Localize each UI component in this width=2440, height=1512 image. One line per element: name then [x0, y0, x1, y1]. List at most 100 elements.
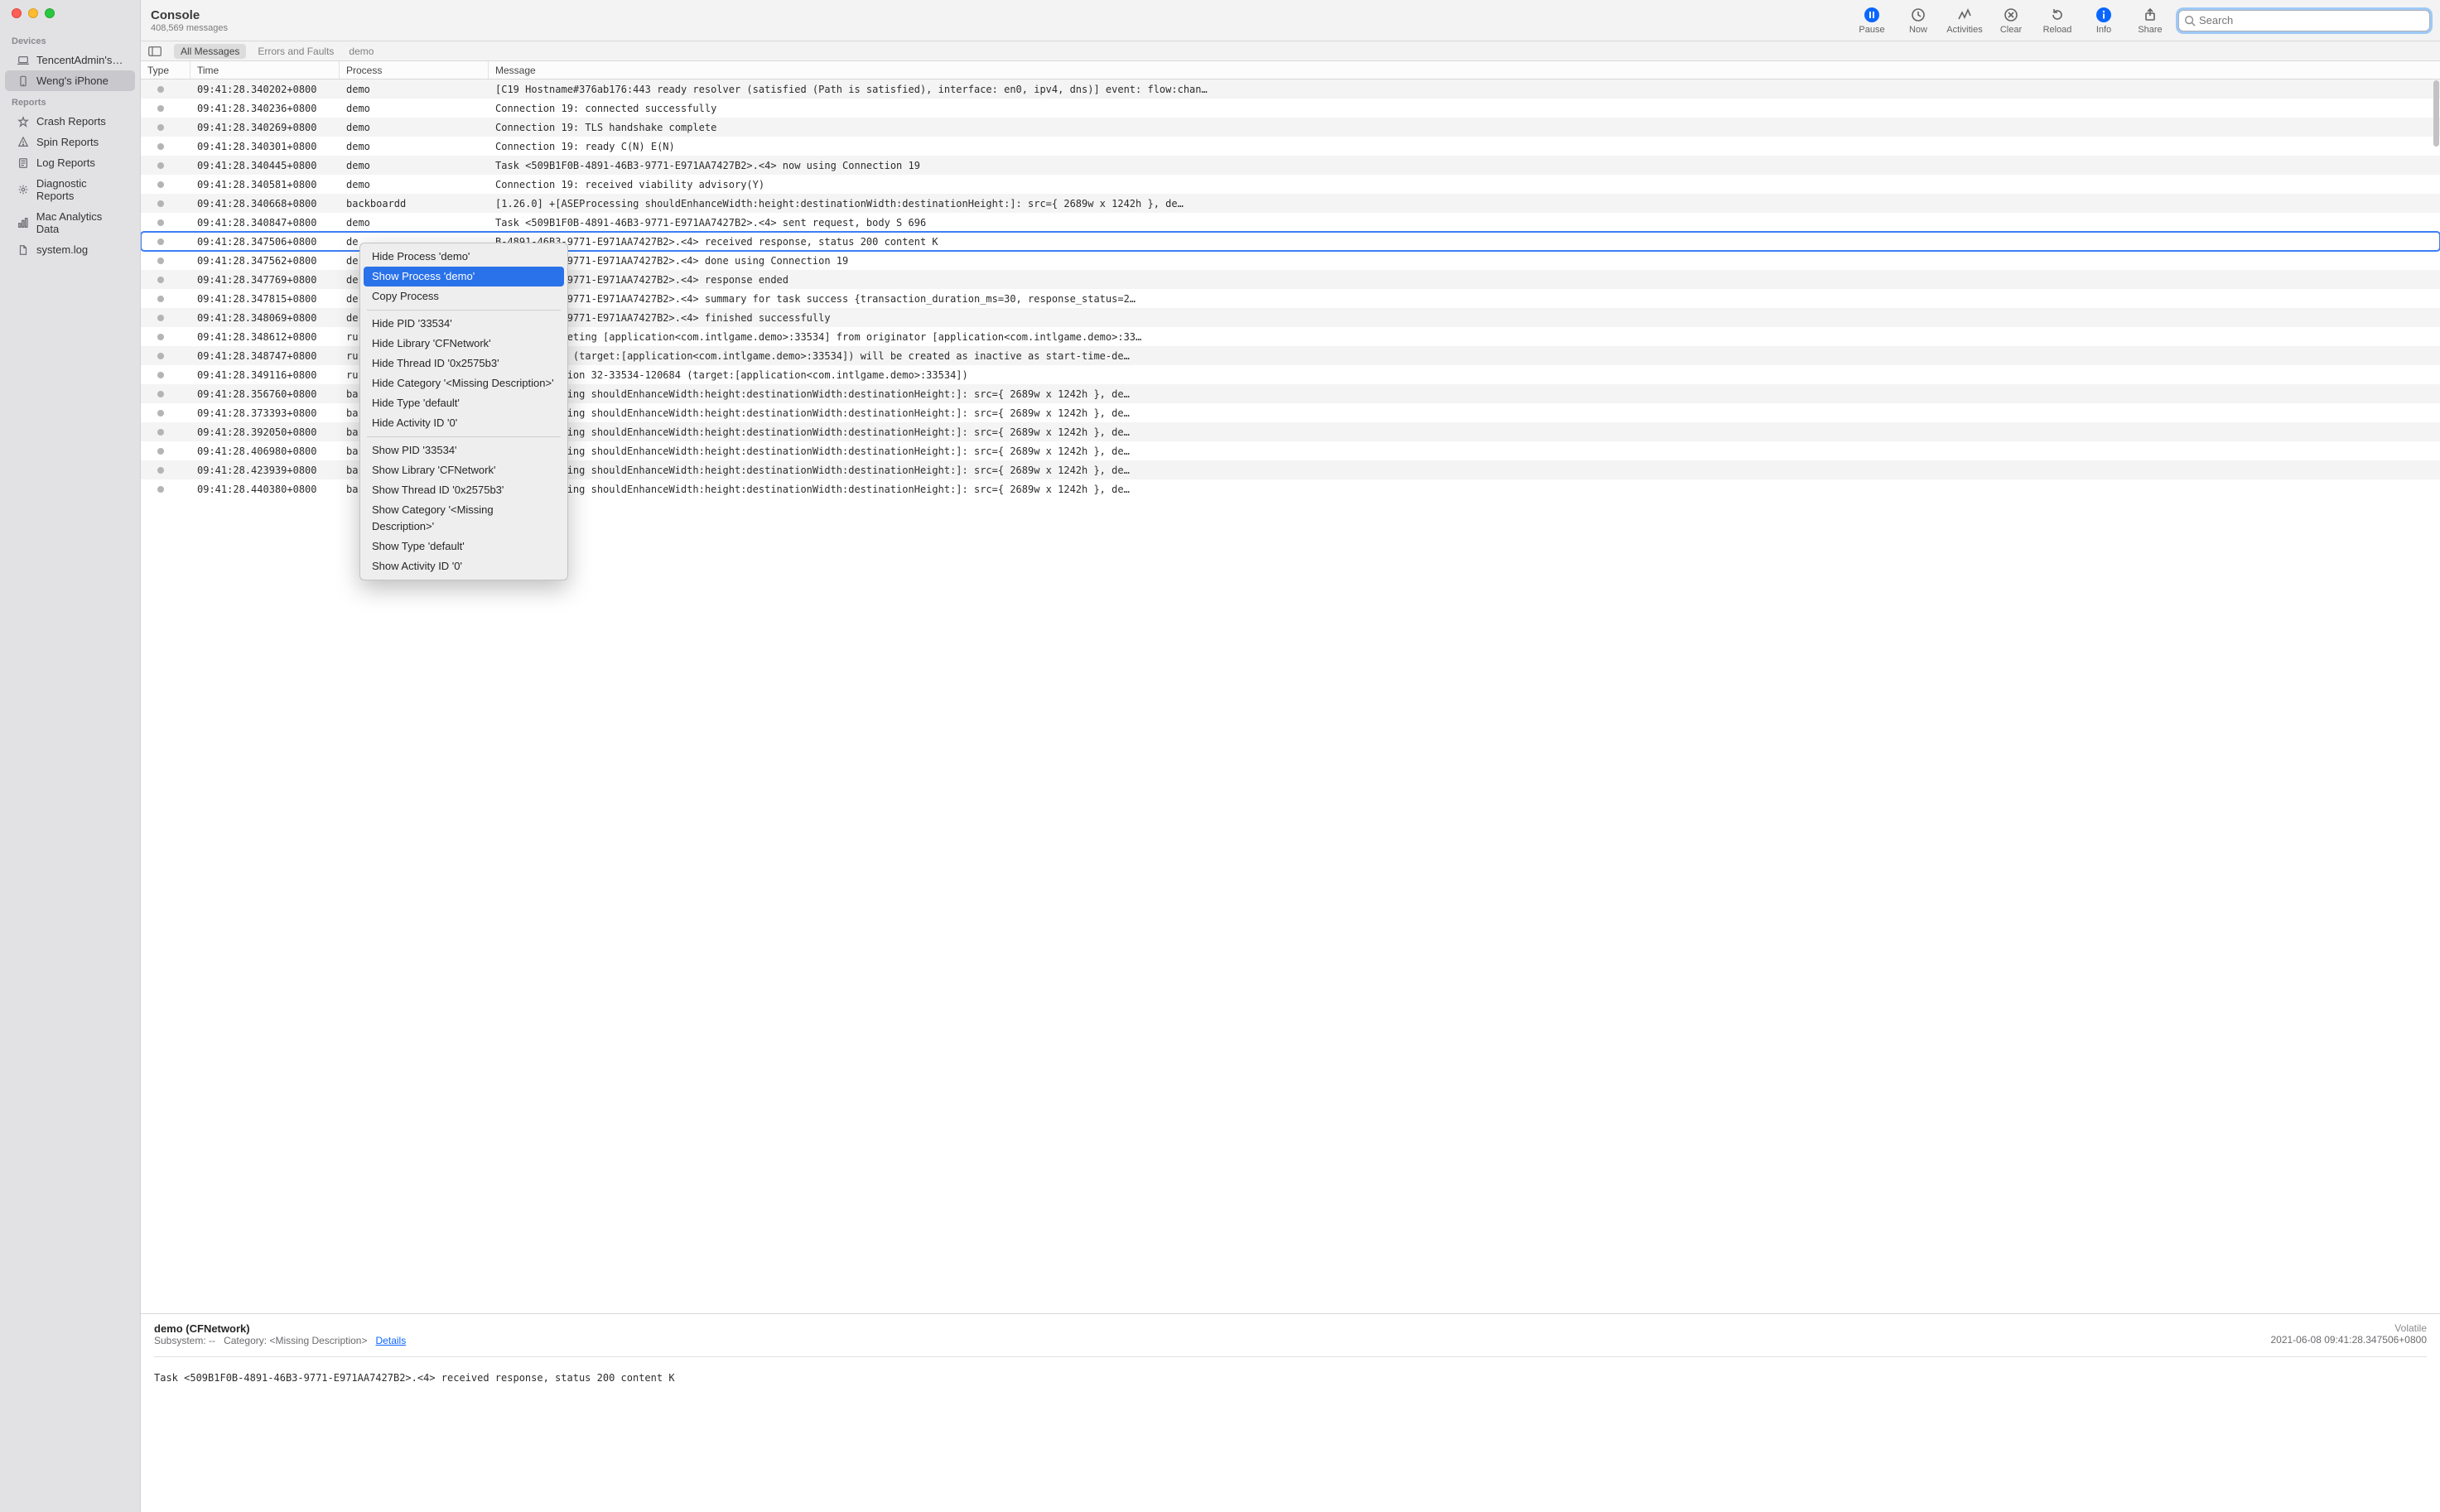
- row-time: 09:41:28.406980+0800: [190, 445, 340, 457]
- context-menu-item[interactable]: Show Activity ID '0': [360, 556, 567, 576]
- activities-label: Activities: [1946, 25, 1982, 35]
- filter-all-messages[interactable]: All Messages: [174, 44, 246, 59]
- clear-button[interactable]: Clear: [1993, 7, 2029, 35]
- share-button[interactable]: Share: [2132, 7, 2168, 35]
- row-type-indicator: [141, 181, 190, 188]
- sidebar-report-3[interactable]: Diagnostic Reports: [5, 173, 135, 206]
- info-label: Info: [2096, 25, 2111, 35]
- sidebar: Devices TencentAdmin's…Weng's iPhone Rep…: [0, 0, 141, 1512]
- row-process: demo: [340, 84, 489, 95]
- sidebar-item-label: Log Reports: [36, 156, 95, 169]
- row-message: Connection 19: connected successfully: [489, 103, 2440, 114]
- table-row[interactable]: 09:41:28.340301+0800demoConnection 19: r…: [141, 137, 2440, 156]
- log-icon: [17, 157, 30, 169]
- table-row[interactable]: 09:41:28.340668+0800backboardd [1.26.0] …: [141, 194, 2440, 213]
- context-menu-item[interactable]: Show Category '<Missing Description>': [360, 500, 567, 537]
- row-time: 09:41:28.340236+0800: [190, 103, 340, 114]
- context-menu-item[interactable]: Hide Process 'demo': [360, 247, 567, 267]
- sidebar-device-0[interactable]: TencentAdmin's…: [5, 50, 135, 70]
- context-menu-item[interactable]: Show Thread ID '0x2575b3': [360, 480, 567, 500]
- minimize-window-button[interactable]: [28, 8, 38, 18]
- toggle-sidebar-button[interactable]: [146, 44, 164, 59]
- table-row[interactable]: 09:41:28.340581+0800demoConnection 19: r…: [141, 175, 2440, 194]
- detail-body: Task <509B1F0B-4891-46B3-9771-E971AA7427…: [154, 1360, 2427, 1384]
- close-window-button[interactable]: [12, 8, 22, 18]
- row-message: Connection 19: ready C(N) E(N): [489, 141, 2440, 152]
- filter-demo[interactable]: demo: [345, 44, 377, 59]
- row-type-indicator: [141, 296, 190, 302]
- column-header-message[interactable]: Message: [489, 61, 2440, 79]
- row-process: demo: [340, 103, 489, 114]
- row-type-indicator: [141, 162, 190, 169]
- search-field[interactable]: [2178, 10, 2430, 31]
- context-menu-item[interactable]: Hide Type 'default': [360, 393, 567, 413]
- detail-volatile: Volatile: [2270, 1322, 2427, 1334]
- context-menu-item[interactable]: Show Library 'CFNetwork': [360, 460, 567, 480]
- context-menu-item[interactable]: Show Process 'demo': [364, 267, 564, 287]
- table-header: Type Time Process Message: [141, 61, 2440, 79]
- sidebar-report-1[interactable]: Spin Reports: [5, 132, 135, 152]
- row-message: +[ASEProcessing shouldEnhanceWidth:heigh…: [489, 465, 2440, 476]
- table-row[interactable]: 09:41:28.340445+0800demoTask <509B1F0B-4…: [141, 156, 2440, 175]
- table-row[interactable]: 09:41:28.340236+0800demoConnection 19: c…: [141, 99, 2440, 118]
- table-row[interactable]: 09:41:28.340847+0800demoTask <509B1F0B-4…: [141, 213, 2440, 232]
- sidebar-report-4[interactable]: Mac Analytics Data: [5, 206, 135, 239]
- sidebar-report-2[interactable]: Log Reports: [5, 152, 135, 173]
- row-time: 09:41:28.347506+0800: [190, 236, 340, 248]
- detail-subsystem-label: Subsystem:: [154, 1335, 206, 1346]
- type-dot-icon: [157, 238, 164, 245]
- row-message: Task <509B1F0B-4891-46B3-9771-E971AA7427…: [489, 217, 2440, 229]
- row-time: 09:41:28.440380+0800: [190, 484, 340, 495]
- context-menu-item[interactable]: Show PID '33534': [360, 441, 567, 460]
- zoom-window-button[interactable]: [45, 8, 55, 18]
- sidebar-heading-reports: Reports: [0, 91, 140, 111]
- filter-errors-faults[interactable]: Errors and Faults: [254, 44, 337, 59]
- context-menu-item[interactable]: Hide Activity ID '0': [360, 413, 567, 433]
- sidebar-device-1[interactable]: Weng's iPhone: [5, 70, 135, 91]
- row-type-indicator: [141, 486, 190, 493]
- pause-button[interactable]: Pause: [1854, 7, 1890, 35]
- now-button[interactable]: Now: [1900, 7, 1936, 35]
- sidebar-report-5[interactable]: system.log: [5, 239, 135, 260]
- context-menu-item[interactable]: Copy Process: [360, 287, 567, 306]
- context-menu-item[interactable]: Hide Category '<Missing Description>': [360, 373, 567, 393]
- row-type-indicator: [141, 143, 190, 150]
- row-time: 09:41:28.340301+0800: [190, 141, 340, 152]
- context-menu-item[interactable]: Hide Library 'CFNetwork': [360, 334, 567, 354]
- column-header-type[interactable]: Type: [141, 61, 190, 79]
- context-menu-item[interactable]: Hide PID '33534': [360, 314, 567, 334]
- share-icon: [2142, 7, 2158, 23]
- row-type-indicator: [141, 86, 190, 93]
- info-button[interactable]: Info: [2086, 7, 2122, 35]
- row-message: Connection 19: TLS handshake complete: [489, 122, 2440, 133]
- phone-icon: [17, 75, 30, 87]
- context-menu-item[interactable]: Hide Thread ID '0x2575b3': [360, 354, 567, 373]
- table-row[interactable]: 09:41:28.340202+0800demo[C19 Hostname#37…: [141, 79, 2440, 99]
- row-type-indicator: [141, 429, 190, 436]
- context-menu-item[interactable]: Show Type 'default': [360, 537, 567, 556]
- column-header-process[interactable]: Process: [340, 61, 489, 79]
- activities-button[interactable]: Activities: [1946, 7, 1983, 35]
- sidebar-report-0[interactable]: Crash Reports: [5, 111, 135, 132]
- row-message: B-4891-46B3-9771-E971AA7427B2>.<4> recei…: [489, 236, 2440, 248]
- clear-icon: [2003, 7, 2019, 23]
- type-dot-icon: [157, 410, 164, 417]
- vertical-scrollbar[interactable]: [2433, 80, 2439, 147]
- type-dot-icon: [157, 372, 164, 378]
- row-type-indicator: [141, 277, 190, 283]
- row-time: 09:41:28.340581+0800: [190, 179, 340, 190]
- detail-details-link[interactable]: Details: [376, 1335, 407, 1346]
- search-input[interactable]: [2199, 14, 2424, 26]
- log-table[interactable]: 09:41:28.340202+0800demo[C19 Hostname#37…: [141, 79, 2440, 1313]
- sidebar-item-label: Crash Reports: [36, 115, 106, 128]
- type-dot-icon: [157, 486, 164, 493]
- row-message: iring assertion 32-33534-120684 (target:…: [489, 369, 2440, 381]
- context-menu: Hide Process 'demo'Show Process 'demo'Co…: [359, 243, 568, 580]
- row-time: 09:41:28.392050+0800: [190, 426, 340, 438]
- column-header-time[interactable]: Time: [190, 61, 340, 79]
- row-type-indicator: [141, 258, 190, 264]
- type-dot-icon: [157, 162, 164, 169]
- sidebar-item-label: Weng's iPhone: [36, 75, 108, 87]
- table-row[interactable]: 09:41:28.340269+0800demoConnection 19: T…: [141, 118, 2440, 137]
- reload-button[interactable]: Reload: [2039, 7, 2076, 35]
